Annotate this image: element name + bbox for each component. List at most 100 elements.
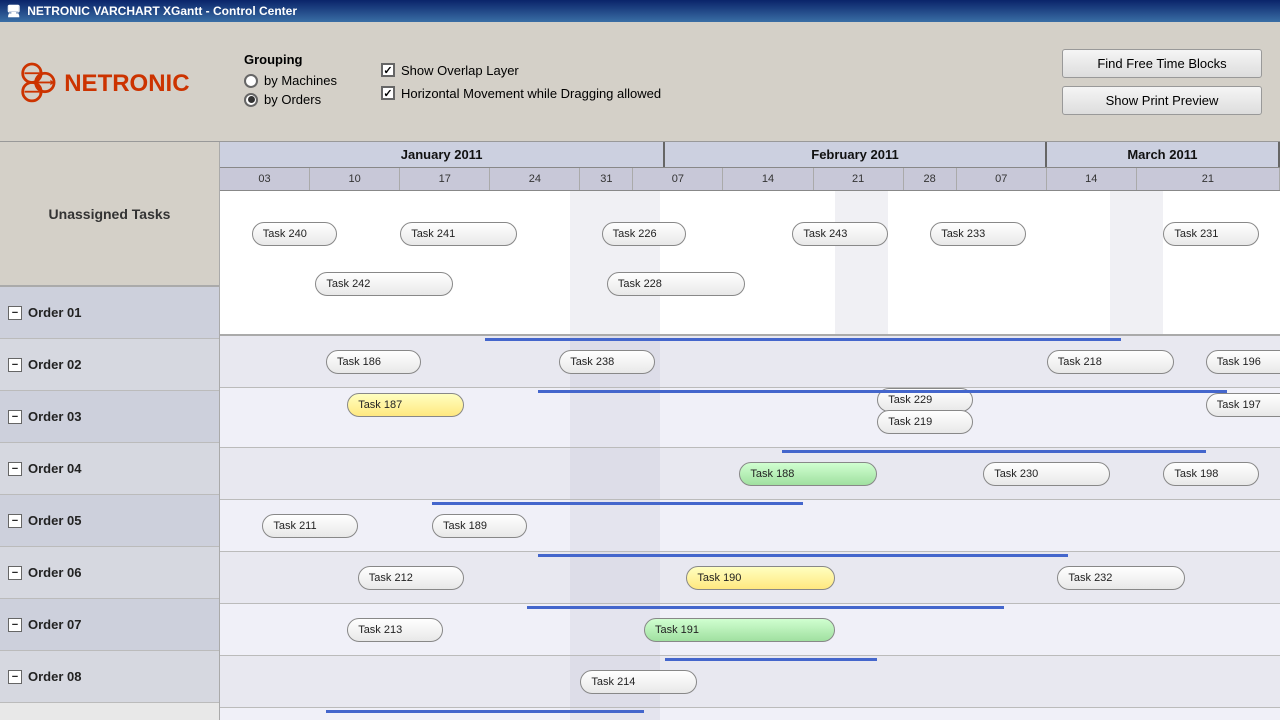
task-243[interactable]: Task 243: [792, 222, 887, 246]
task-187[interactable]: Task 187: [347, 393, 464, 417]
task-212[interactable]: Task 212: [358, 566, 464, 590]
task-228[interactable]: Task 228: [607, 272, 745, 296]
show-print-preview-button[interactable]: Show Print Preview: [1062, 86, 1262, 115]
order-04-label: Order 04: [28, 461, 81, 476]
grouping-area: Grouping by Machines by Orders: [228, 44, 353, 119]
gantt-order-05-row: Task 212 Task 190 Task 232: [220, 552, 1280, 604]
month-feb: February 2011: [665, 142, 1047, 167]
task-188[interactable]: Task 188: [739, 462, 877, 486]
month-mar: March 2011: [1047, 142, 1280, 167]
task-231[interactable]: Task 231: [1163, 222, 1258, 246]
checkbox-horizontal-label: Horizontal Movement while Dragging allow…: [401, 86, 661, 101]
order-04-dep-line: [432, 502, 803, 505]
order-07-dep-line: [665, 658, 877, 661]
timeline-header: January 2011 February 2011 March 2011 03…: [220, 142, 1280, 191]
sidebar-order-04[interactable]: − Order 04: [0, 443, 219, 495]
gantt-order-07-row: Task 214: [220, 656, 1280, 708]
sidebar-order-03[interactable]: − Order 03: [0, 391, 219, 443]
order-02-dep-line: [538, 390, 1227, 393]
order-07-label: Order 07: [28, 617, 81, 632]
order-05-label: Order 05: [28, 513, 81, 528]
gantt-order-02-row: Task 187 Task 229 Task 219 Task 197: [220, 388, 1280, 448]
task-233[interactable]: Task 233: [930, 222, 1025, 246]
month-row: January 2011 February 2011 March 2011: [220, 142, 1280, 168]
collapse-icon-07[interactable]: −: [8, 618, 22, 632]
sidebar-order-08[interactable]: − Order 08: [0, 651, 219, 703]
task-190[interactable]: Task 190: [686, 566, 834, 590]
collapse-icon-05[interactable]: −: [8, 514, 22, 528]
find-free-time-button[interactable]: Find Free Time Blocks: [1062, 49, 1262, 78]
task-211[interactable]: Task 211: [262, 514, 357, 538]
week-28: 28: [904, 168, 957, 190]
task-213[interactable]: Task 213: [347, 618, 442, 642]
collapse-icon-03[interactable]: −: [8, 410, 22, 424]
checkbox-overlap-indicator[interactable]: [381, 63, 395, 77]
main-content: Unassigned Tasks − Order 01 − Order 02 −…: [0, 142, 1280, 720]
checkbox-overlap[interactable]: Show Overlap Layer: [381, 63, 661, 78]
task-218[interactable]: Task 218: [1047, 350, 1174, 374]
collapse-icon-01[interactable]: −: [8, 306, 22, 320]
netronic-logo: NETRONIC: [8, 52, 198, 112]
task-232[interactable]: Task 232: [1057, 566, 1184, 590]
task-186[interactable]: Task 186: [326, 350, 421, 374]
task-191[interactable]: Task 191: [644, 618, 835, 642]
task-240[interactable]: Task 240: [252, 222, 337, 246]
sidebar-order-01[interactable]: − Order 01: [0, 287, 219, 339]
radio-machines-label: by Machines: [264, 73, 337, 88]
task-230[interactable]: Task 230: [983, 462, 1110, 486]
checkbox-horizontal-indicator[interactable]: [381, 86, 395, 100]
task-241[interactable]: Task 241: [400, 222, 517, 246]
sidebar: Unassigned Tasks − Order 01 − Order 02 −…: [0, 142, 220, 720]
radio-by-machines[interactable]: by Machines: [244, 73, 337, 88]
titlebar: 🖥 NETRONIC VARCHART XGantt - Control Cen…: [0, 0, 1280, 22]
task-198[interactable]: Task 198: [1163, 462, 1258, 486]
sidebar-order-07[interactable]: − Order 07: [0, 599, 219, 651]
checkboxes-area: Show Overlap Layer Horizontal Movement w…: [373, 55, 669, 109]
grouping-title: Grouping: [244, 52, 337, 67]
radio-orders-indicator[interactable]: [244, 93, 258, 107]
task-219[interactable]: Task 219: [877, 410, 972, 434]
week-21a: 21: [814, 168, 904, 190]
buttons-area: Find Free Time Blocks Show Print Preview: [1062, 49, 1262, 115]
week-31: 31: [580, 168, 633, 190]
sidebar-order-05[interactable]: − Order 05: [0, 495, 219, 547]
collapse-icon-06[interactable]: −: [8, 566, 22, 580]
order-05-dep-line: [538, 554, 1068, 557]
radio-orders-label: by Orders: [264, 92, 321, 107]
collapse-icon-04[interactable]: −: [8, 462, 22, 476]
task-226[interactable]: Task 226: [602, 222, 687, 246]
task-238[interactable]: Task 238: [559, 350, 654, 374]
task-197[interactable]: Task 197: [1206, 393, 1280, 417]
task-214[interactable]: Task 214: [580, 670, 697, 694]
collapse-icon-08[interactable]: −: [8, 670, 22, 684]
gantt-order-01-row: Task 186 Task 238 Task 218 Task 196: [220, 336, 1280, 388]
gantt-chart: January 2011 February 2011 March 2011 03…: [220, 142, 1280, 720]
logo-area: NETRONIC: [8, 52, 228, 112]
checkbox-horizontal[interactable]: Horizontal Movement while Dragging allow…: [381, 86, 661, 101]
order-01-dep-line: [485, 338, 1121, 341]
titlebar-title: NETRONIC VARCHART XGantt - Control Cente…: [27, 4, 297, 18]
collapse-icon-02[interactable]: −: [8, 358, 22, 372]
gantt-unassigned-row: Task 240 Task 241 Task 226 Task 243 Task…: [220, 191, 1280, 336]
week-21b: 21: [1137, 168, 1280, 190]
month-jan: January 2011: [220, 142, 665, 167]
gantt-order-08-row: [220, 708, 1280, 720]
radio-by-orders[interactable]: by Orders: [244, 92, 337, 107]
titlebar-icon: 🖥: [6, 4, 21, 18]
sidebar-order-02[interactable]: − Order 02: [0, 339, 219, 391]
gantt-order-03-row: Task 188 Task 230 Task 198: [220, 448, 1280, 500]
radio-machines-indicator[interactable]: [244, 74, 258, 88]
sidebar-order-06[interactable]: − Order 06: [0, 547, 219, 599]
task-196[interactable]: Task 196: [1206, 350, 1280, 374]
week-17: 17: [400, 168, 490, 190]
order-01-label: Order 01: [28, 305, 81, 320]
task-189[interactable]: Task 189: [432, 514, 527, 538]
order-03-dep-line: [782, 450, 1206, 453]
order-08-label: Order 08: [28, 669, 81, 684]
toolbar: NETRONIC Grouping by Machines by Orders …: [0, 22, 1280, 142]
week-14b: 14: [1047, 168, 1137, 190]
week-row: 03 10 17 24 31 07 14 21 28 07 14 21: [220, 168, 1280, 190]
task-242[interactable]: Task 242: [315, 272, 453, 296]
week-14a: 14: [723, 168, 813, 190]
week-24: 24: [490, 168, 580, 190]
